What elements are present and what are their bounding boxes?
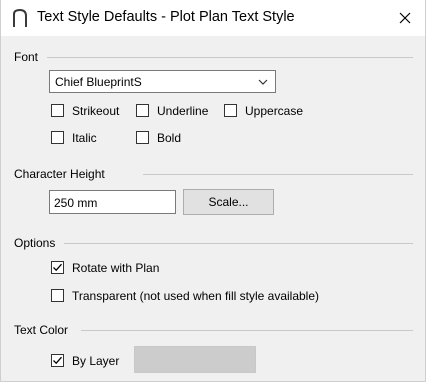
window-title: Text Style Defaults - Plot Plan Text Sty…: [37, 9, 295, 25]
close-icon: [399, 12, 411, 24]
title-bar: Text Style Defaults - Plot Plan Text Sty…: [1, 0, 425, 36]
text-color-section-label: Text Color: [14, 323, 69, 337]
font-dropdown[interactable]: Chief BlueprintS: [49, 70, 276, 93]
strikeout-checkbox[interactable]: [51, 104, 64, 117]
underline-checkbox[interactable]: [136, 104, 149, 117]
transparent-label: Transparent (not used when fill style av…: [72, 289, 320, 303]
check-icon: [53, 356, 62, 365]
uppercase-checkbox[interactable]: [224, 104, 237, 117]
character-height-section-label: Character Height: [14, 167, 105, 181]
font-section-label: Font: [14, 50, 39, 64]
dialog-window: Text Style Defaults - Plot Plan Text Sty…: [0, 0, 426, 382]
character-height-input[interactable]: 250 mm: [49, 190, 176, 214]
by-layer-checkbox[interactable]: [51, 354, 64, 367]
transparent-checkbox[interactable]: [51, 289, 64, 302]
scale-button[interactable]: Scale...: [183, 189, 274, 215]
strikeout-label: Strikeout: [72, 104, 120, 118]
uppercase-label: Uppercase: [245, 104, 304, 118]
bold-checkbox[interactable]: [136, 131, 149, 144]
text-color-section-divider: [81, 330, 413, 331]
options-section-divider: [64, 243, 413, 244]
font-dropdown-value: Chief BlueprintS: [55, 75, 142, 89]
bold-label: Bold: [157, 131, 182, 145]
text-color-swatch[interactable]: [134, 346, 256, 373]
close-button[interactable]: [391, 4, 419, 32]
italic-checkbox[interactable]: [51, 131, 64, 144]
rotate-with-plan-checkbox[interactable]: [51, 261, 64, 274]
character-height-section-divider: [143, 174, 413, 175]
font-section-divider: [47, 57, 413, 58]
underline-label: Underline: [157, 104, 209, 118]
options-section-label: Options: [14, 236, 56, 250]
by-layer-label: By Layer: [72, 354, 120, 368]
character-height-value: 250 mm: [54, 196, 98, 210]
chief-architect-icon: [11, 8, 29, 28]
italic-label: Italic: [72, 131, 97, 145]
check-icon: [53, 263, 62, 272]
rotate-with-plan-label: Rotate with Plan: [72, 261, 160, 275]
chevron-down-icon: [257, 76, 269, 88]
